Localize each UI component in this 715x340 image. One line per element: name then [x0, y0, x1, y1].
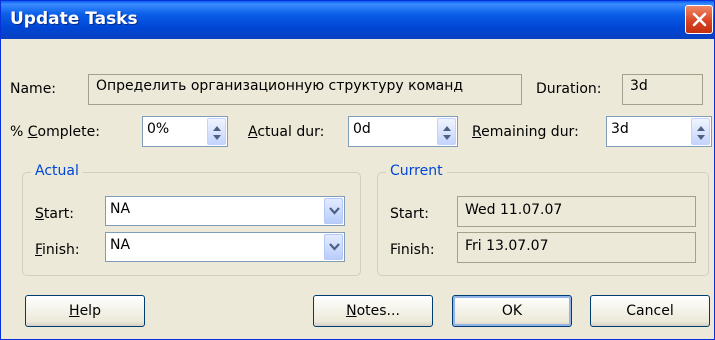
ok-button[interactable]: OK [452, 295, 572, 327]
title-bar[interactable]: Update Tasks [1, 1, 714, 39]
actual-start-dropdown[interactable]: NA [105, 196, 345, 226]
help-label-rest: elp [79, 303, 101, 319]
percent-complete-label: % Complete: [10, 124, 100, 140]
actual-start-label: Start: [35, 206, 74, 222]
notes-button[interactable]: Notes... [313, 295, 433, 327]
current-start-value: Wed 11.07.07 [465, 202, 563, 218]
percent-complete-prefix: % [10, 124, 28, 140]
dialog-title: Update Tasks [10, 9, 138, 29]
remaining-dur-mnemonic: R [472, 124, 482, 140]
current-group-title: Current [386, 163, 447, 179]
percent-complete-mnemonic: C [27, 124, 38, 140]
remaining-dur-label-rest: emaining dur: [481, 124, 579, 140]
close-button[interactable] [685, 5, 713, 34]
task-name-field: Определить организационную структуру ком… [88, 74, 522, 105]
duration-label: Duration: [536, 81, 602, 97]
duration-value: 3d [630, 78, 648, 94]
notes-label-rest: otes... [356, 303, 400, 319]
actual-start-mnemonic: S [35, 206, 44, 222]
actual-start-dropdown-button[interactable] [324, 198, 343, 224]
cancel-button[interactable]: Cancel [590, 295, 710, 327]
duration-field: 3d [622, 74, 703, 105]
remaining-dur-spinner[interactable]: 3d [606, 116, 712, 147]
spin-arrows-icon [443, 126, 451, 140]
help-mnemonic: H [69, 303, 80, 319]
spin-arrows-icon [213, 126, 221, 140]
spin-arrows-icon [697, 126, 705, 140]
close-icon [692, 12, 707, 27]
actual-dur-spinner[interactable]: 0d [348, 116, 458, 147]
chevron-down-icon [329, 243, 340, 251]
actual-dur-value: 0d [353, 121, 371, 137]
current-start-label: Start: [390, 206, 429, 222]
actual-dur-mnemonic: A [248, 124, 258, 140]
actual-start-value: NA [110, 201, 131, 217]
percent-complete-spinner[interactable]: 0% [142, 116, 228, 147]
remaining-dur-value: 3d [611, 121, 629, 137]
task-name-value: Определить организационную структуру ком… [96, 78, 464, 94]
update-tasks-dialog: Update Tasks Name: Определить организаци… [0, 0, 715, 340]
actual-dur-label: Actual dur: [248, 124, 324, 140]
actual-start-label-rest: tart: [43, 206, 74, 222]
actual-finish-dropdown-button[interactable] [324, 234, 343, 260]
actual-finish-value: NA [110, 237, 131, 253]
percent-complete-spin-buttons[interactable] [207, 118, 226, 145]
current-start-field: Wed 11.07.07 [457, 196, 696, 227]
current-finish-value: Fri 13.07.07 [465, 238, 549, 254]
percent-complete-value: 0% [147, 121, 170, 137]
help-button[interactable]: Help [25, 295, 145, 327]
actual-finish-mnemonic: F [35, 242, 43, 258]
remaining-dur-spin-buttons[interactable] [691, 118, 710, 145]
actual-finish-label: Finish: [35, 242, 80, 258]
actual-dur-spin-buttons[interactable] [437, 118, 456, 145]
chevron-down-icon [329, 207, 340, 215]
name-label: Name: [10, 81, 57, 97]
actual-finish-label-rest: inish: [42, 242, 80, 258]
actual-finish-dropdown[interactable]: NA [105, 232, 345, 262]
actual-dur-label-rest: ctual dur: [257, 124, 325, 140]
actual-group-title: Actual [31, 163, 83, 179]
current-finish-field: Fri 13.07.07 [457, 232, 696, 263]
current-finish-label: Finish: [390, 242, 435, 258]
notes-mnemonic: N [346, 303, 357, 319]
percent-complete-label-rest: omplete: [37, 124, 100, 140]
remaining-dur-label: Remaining dur: [472, 124, 579, 140]
